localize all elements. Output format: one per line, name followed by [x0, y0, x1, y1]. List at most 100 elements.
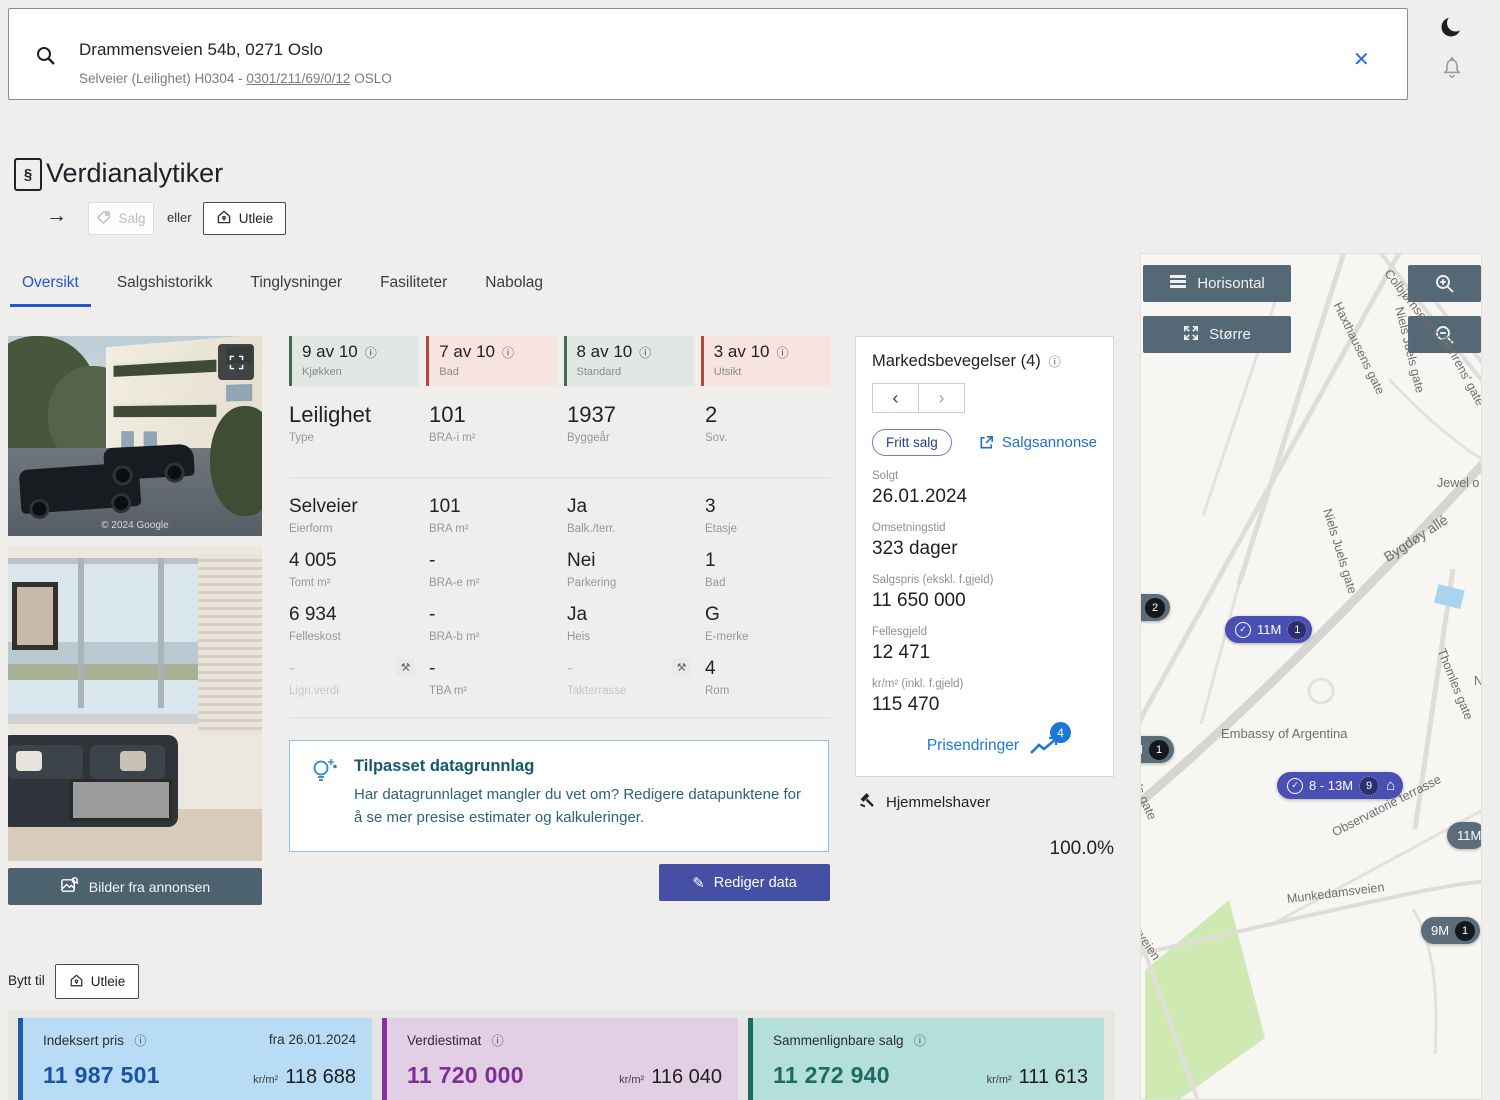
tab-oversikt[interactable]: Oversikt — [10, 270, 91, 307]
info-icon[interactable]: ⓘ — [639, 346, 651, 360]
price-card-value: 11 720 000 — [407, 1062, 524, 1089]
map-price-badge[interactable]: ✓11M1 — [1225, 616, 1312, 643]
detail-label: Rom — [705, 685, 831, 697]
map-price-badge[interactable]: 9M1 — [1421, 917, 1480, 944]
bytt-til-utleie-button[interactable]: Utleie — [55, 964, 139, 999]
badge-text: 9M — [1431, 923, 1449, 938]
dark-mode-icon[interactable] — [1438, 14, 1464, 45]
map-price-badge[interactable]: 0M2 — [1140, 594, 1170, 621]
map-price-badge[interactable]: 4M 1 — [1140, 736, 1174, 763]
salg-button[interactable]: Salg — [88, 202, 154, 235]
info-icon[interactable]: ⓘ — [911, 1034, 926, 1048]
detail-label: Sov. — [705, 432, 831, 444]
price-changes-count-badge: 4 — [1050, 722, 1071, 743]
fritt-salg-pill[interactable]: Fritt salg — [872, 429, 952, 456]
detail-label: BRA-i m² — [429, 432, 567, 444]
tab-salgshistorikk[interactable]: Salgshistorikk — [105, 270, 225, 307]
water-feature — [1434, 584, 1465, 609]
score-label: Bad — [439, 366, 556, 378]
detail-cell-sov-: 2Sov. — [705, 402, 831, 466]
detail-cell-bra-e-m-: -BRA-e m² — [429, 550, 567, 604]
map-street-label: Embassy of Argentina — [1221, 726, 1347, 741]
next-button[interactable]: › — [918, 383, 965, 413]
coffee-table — [70, 779, 172, 821]
price-per-m2: 118 688 — [285, 1066, 356, 1088]
detail-value: 4 005 — [289, 550, 429, 572]
cadastre-link[interactable]: 0301/211/69/0/12 — [246, 71, 350, 86]
detail-cell-bra-b-m-: -BRA-b m² — [429, 604, 567, 658]
ownership-share: 100.0% — [855, 838, 1114, 860]
info-icon[interactable]: ⓘ — [131, 1034, 146, 1048]
price-cards-strip: Indeksert pris ⓘfra 26.01.202411 987 501… — [8, 1010, 1115, 1100]
info-icon[interactable]: ⓘ — [365, 346, 377, 360]
bilder-fra-annonsen-button[interactable]: Bilder fra annonsen — [8, 868, 262, 905]
expand-photo-button[interactable] — [218, 344, 254, 380]
detail-value: 1937 — [567, 402, 705, 427]
detail-label: Bad — [705, 577, 831, 589]
google-credit: © 2024 Google — [8, 520, 262, 531]
car — [103, 444, 195, 481]
edited-tools-icon[interactable]: ⚒ — [672, 658, 691, 677]
info-icon[interactable]: ⓘ — [1049, 355, 1061, 369]
badge-text: 4M — [1140, 742, 1143, 757]
search-box[interactable]: Drammensveien 54b, 0271 Oslo Selveier (L… — [8, 8, 1408, 100]
tab-fasiliteter[interactable]: Fasiliteter — [368, 270, 459, 307]
info-icon[interactable]: ⓘ — [502, 346, 514, 360]
storre-button[interactable]: Større — [1143, 316, 1291, 353]
check-circle-icon: ✓ — [1287, 778, 1303, 794]
prisendringer-link[interactable]: Prisendringer — [927, 737, 1019, 755]
utleie-button[interactable]: Utleie — [203, 202, 286, 235]
tab-tinglysninger[interactable]: Tinglysninger — [238, 270, 354, 307]
price-unit: kr/m² — [987, 1074, 1012, 1086]
badge-count: 1 — [1149, 740, 1169, 760]
detail-value: 101 — [429, 496, 567, 518]
tab-nabolag[interactable]: Nabolag — [473, 270, 555, 307]
market-title: Markedsbevegelser (4)ⓘ — [872, 352, 1097, 371]
price-trend-icon[interactable]: 4 — [1029, 734, 1063, 758]
search-result-subtitle: Selveier (Leilighet) H0304 - 0301/211/69… — [79, 71, 392, 86]
horisontal-button[interactable]: Horisontal — [1143, 265, 1291, 302]
notifications-bell-icon[interactable] — [1440, 56, 1464, 85]
salgsannonse-link[interactable]: Salgsannonse — [978, 434, 1097, 451]
detail-value: 1 — [705, 550, 831, 572]
street-view-photo[interactable]: © 2024 Google — [8, 336, 262, 536]
detail-value: - — [429, 604, 567, 626]
map-panel[interactable]: Horisontal Større Colbjørnsens gateHaxth… — [1140, 253, 1482, 1100]
score-value: 8 av 10ⓘ — [577, 342, 694, 362]
score-cards: 9 av 10ⓘKjøkken7 av 10ⓘBad8 av 10ⓘStanda… — [289, 336, 831, 386]
map-price-badge[interactable]: ✓8 - 13M9⌂ — [1277, 772, 1403, 799]
detail-value: - — [429, 550, 567, 572]
details-grid-main: SelveierEierform101BRA m²JaBalk./terr.3E… — [289, 496, 831, 712]
market-field: Omsetningstid323 dager — [872, 522, 1097, 560]
detail-cell-felleskost: 6 934Felleskost — [289, 604, 429, 658]
page-title: Verdianalytiker — [46, 158, 223, 189]
detail-value: Leilighet — [289, 402, 429, 427]
detail-cell-type: LeilighetType — [289, 402, 429, 466]
detail-cell-balk-terr-: JaBalk./terr. — [567, 496, 705, 550]
detail-cell-eierform: SelveierEierform — [289, 496, 429, 550]
arrow-right-icon: → — [46, 204, 67, 228]
interior-photo[interactable] — [8, 546, 262, 861]
zoom-in-button[interactable] — [1408, 265, 1481, 302]
edited-tools-icon[interactable]: ⚒ — [396, 658, 415, 677]
hjemmelshaver-row[interactable]: Hjemmelshaver — [858, 791, 990, 813]
verdianalytiker-icon: § — [14, 158, 42, 191]
close-icon[interactable]: ✕ — [1353, 47, 1370, 72]
prev-button[interactable]: ‹ — [872, 383, 919, 413]
details-grid-top: LeilighetType101BRA-i m²1937Byggeår2Sov. — [289, 402, 831, 466]
detail-label: Balk./terr. — [567, 523, 705, 535]
divider — [289, 477, 831, 478]
price-unit: kr/m² — [253, 1074, 278, 1086]
score-value: 7 av 10ⓘ — [439, 342, 556, 362]
detail-label: TBA m² — [429, 685, 567, 697]
detail-label: Byggeår — [567, 432, 705, 444]
score-value: 9 av 10ⓘ — [302, 342, 419, 362]
price-card-purple: Verdiestimat ⓘ11 720 000kr/m²116 040 — [382, 1018, 738, 1100]
info-icon[interactable]: ⓘ — [488, 1034, 503, 1048]
info-icon[interactable]: ⓘ — [777, 346, 789, 360]
search-result-address[interactable]: Drammensveien 54b, 0271 Oslo — [79, 40, 323, 60]
map-price-badge[interactable]: 11M — [1447, 822, 1482, 849]
score-value: 3 av 10ⓘ — [714, 342, 831, 362]
price-card-teal: Sammenlignbare salg ⓘ11 272 940kr/m²111 … — [748, 1018, 1104, 1100]
rediger-data-button[interactable]: ✎ Rediger data — [659, 864, 830, 901]
